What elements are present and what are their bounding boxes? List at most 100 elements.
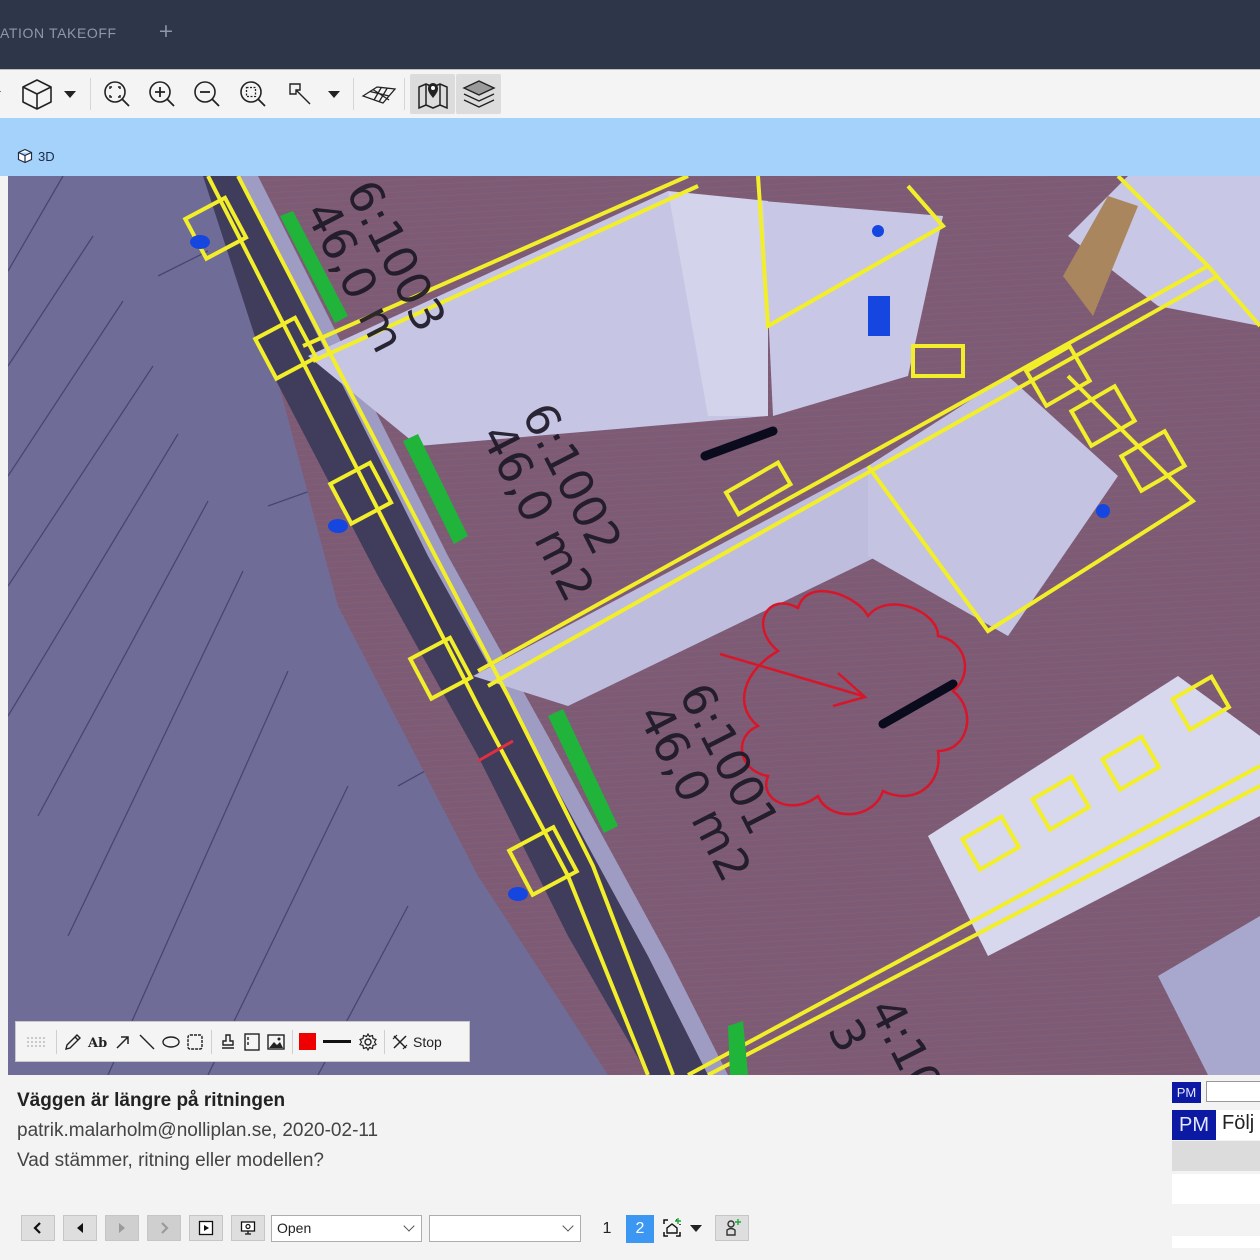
stop-markup-button[interactable]: Stop (391, 1028, 442, 1056)
ellipse-icon (162, 1035, 180, 1048)
follow-label[interactable]: Följ (1216, 1110, 1260, 1140)
previous-comment-button[interactable] (63, 1215, 97, 1241)
prev-dropdown-caret[interactable] (0, 74, 2, 114)
present-button[interactable] (231, 1215, 265, 1241)
grip-icon (27, 1036, 45, 1047)
3d-viewport[interactable]: 6:1003 46,0 m 6:1002 46,0 m2 6:1001 46,0… (8, 176, 1260, 1075)
view-title: 3D (17, 148, 55, 164)
layers-icon (461, 80, 496, 108)
zoom-out-icon (194, 81, 220, 107)
comment-panel: Väggen är längre på ritningen patrik.mal… (8, 1075, 1172, 1260)
triangle-right-icon (119, 1223, 125, 1233)
next-comment-button[interactable] (105, 1215, 139, 1241)
participant-row[interactable] (1172, 1174, 1260, 1204)
arrow-tool[interactable] (113, 1028, 133, 1056)
map-button[interactable] (410, 74, 455, 114)
play-icon (198, 1220, 214, 1236)
view-label: 3D (38, 148, 55, 164)
zoom-window-icon (240, 81, 266, 107)
chevron-left-icon (33, 1222, 41, 1234)
pencil-icon (65, 1033, 81, 1050)
layers-button[interactable] (456, 74, 501, 114)
comment-author-date: patrik.malarholm@nolliplan.se, 2020-02-1… (17, 1120, 379, 1141)
zoom-in-button[interactable] (142, 74, 182, 114)
line-icon (139, 1034, 155, 1049)
stamp-tool[interactable] (218, 1028, 238, 1056)
toolbar-grip[interactable] (24, 1028, 50, 1056)
view-cube-button[interactable] (17, 74, 57, 114)
caret-down-icon (0, 90, 1, 98)
zoom-window-button[interactable] (233, 74, 273, 114)
cloud-tool[interactable] (185, 1028, 205, 1056)
main-toolbar (0, 69, 1260, 118)
add-person-icon (726, 1219, 741, 1236)
pencil-tool[interactable] (63, 1028, 83, 1056)
assignee-select[interactable] (429, 1215, 581, 1242)
status-select-value: Open (277, 1220, 312, 1236)
caret-down-icon (328, 90, 340, 98)
add-tab-button[interactable]: + (158, 20, 174, 42)
chevron-down-icon (562, 1220, 574, 1232)
zoom-in-icon (149, 81, 175, 107)
toolbar-separator (292, 1029, 293, 1054)
color-picker[interactable] (299, 1028, 316, 1056)
user-avatar-small: PM (1172, 1082, 1201, 1103)
image-icon (267, 1033, 285, 1050)
zoom-extents-button[interactable] (97, 74, 137, 114)
grid-plane-button[interactable] (359, 74, 399, 114)
markup-settings-button[interactable] (358, 1028, 378, 1056)
line-weight-picker[interactable] (320, 1028, 354, 1056)
toolbar-separator (56, 1029, 57, 1054)
add-user-button[interactable] (715, 1215, 749, 1241)
cloud-icon (187, 1033, 203, 1050)
chevron-down-icon (403, 1220, 415, 1232)
participant-row[interactable] (1172, 1236, 1260, 1248)
close-tools-icon (392, 1034, 408, 1049)
cube-icon (17, 148, 33, 164)
first-comment-button[interactable] (21, 1215, 55, 1241)
tab-takeoff[interactable]: ATION TAKEOFF (0, 25, 117, 41)
user-avatar: PM (1172, 1110, 1216, 1140)
view-header (0, 118, 1260, 176)
viewpoint-dropdown[interactable] (688, 1215, 704, 1241)
triangle-left-icon (77, 1223, 83, 1233)
note-tool[interactable] (242, 1028, 262, 1056)
last-comment-button[interactable] (147, 1215, 181, 1241)
ellipse-tool[interactable] (161, 1028, 181, 1056)
chevron-right-icon (161, 1222, 169, 1234)
zoom-out-button[interactable] (187, 74, 227, 114)
page-2[interactable]: 2 (626, 1215, 654, 1243)
tab-bar: ATION TAKEOFF + (0, 0, 1260, 69)
text-tool[interactable]: Ab (87, 1028, 109, 1056)
line-weight-icon (323, 1040, 351, 1043)
stamp-icon (222, 1033, 234, 1049)
status-select[interactable]: Open (271, 1215, 422, 1242)
select-cursor-icon (289, 83, 311, 105)
comment-body: Vad stämmer, ritning eller modellen? (17, 1150, 324, 1171)
select-tool-dropdown[interactable] (320, 74, 348, 114)
caret-down-icon (690, 1224, 702, 1232)
building-model-scene[interactable] (8, 176, 1260, 1075)
arrow-icon (116, 1035, 129, 1049)
page-1[interactable]: 1 (593, 1215, 621, 1243)
select-tool-button[interactable] (280, 74, 320, 114)
toolbar-separator (211, 1029, 212, 1054)
toolbar-separator (90, 78, 91, 110)
add-viewpoint-button[interactable] (658, 1215, 686, 1241)
markup-toolbar: Ab Stop (15, 1021, 470, 1062)
line-tool[interactable] (137, 1028, 157, 1056)
view-cube-dropdown[interactable] (56, 74, 84, 114)
text-icon: Ab (87, 1036, 107, 1051)
add-viewpoint-icon (663, 1218, 681, 1237)
participant-row[interactable] (1172, 1141, 1260, 1171)
presentation-icon (240, 1221, 256, 1235)
toolbar-separator (353, 78, 354, 110)
reply-input[interactable] (1206, 1081, 1260, 1102)
stop-label: Stop (413, 1033, 442, 1050)
toolbar-separator (384, 1029, 385, 1054)
caret-down-icon (64, 90, 76, 98)
image-tool[interactable] (266, 1028, 286, 1056)
note-icon (244, 1032, 260, 1051)
play-button[interactable] (189, 1215, 223, 1241)
cube-icon (22, 79, 52, 110)
